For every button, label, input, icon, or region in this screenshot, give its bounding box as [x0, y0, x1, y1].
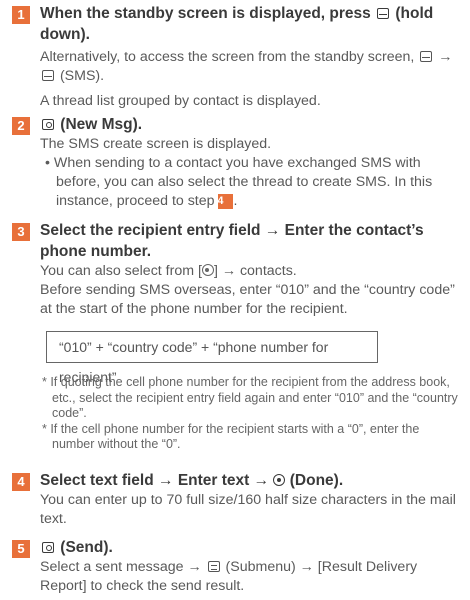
- footnote: * If quoting the cell phone number for t…: [42, 375, 458, 420]
- step-heading: Select the recipient entry field → Enter…: [40, 222, 424, 260]
- step-number: 2: [12, 117, 30, 135]
- camera-icon: [42, 119, 54, 130]
- step-heading: (New Msg).: [40, 114, 464, 135]
- number-format-box: “010” + “country code” + “phone number f…: [46, 331, 378, 385]
- step-2: 2 (New Msg). The SMS create screen is di…: [12, 114, 464, 211]
- center-key-icon: [201, 264, 214, 276]
- step-body: You can also select from [] → contacts. …: [40, 263, 455, 385]
- step-body: Select a sent message → (Submenu) → [Res…: [40, 559, 418, 594]
- step-body: Alternatively, to access the screen from…: [40, 49, 453, 109]
- mail-icon: [377, 8, 390, 19]
- bullet-note: • When sending to a contact you have exc…: [45, 155, 433, 209]
- step-number: 5: [12, 540, 30, 558]
- camera-icon: [42, 542, 54, 553]
- step-heading: Select text field → Enter text → (Done).: [40, 472, 344, 489]
- mail-icon: [420, 51, 433, 62]
- footnote: * If the cell phone number for the recip…: [42, 421, 420, 452]
- step-number: 4: [12, 473, 30, 491]
- step-number: 1: [12, 6, 30, 24]
- step-body: You can enter up to 70 full size/160 hal…: [40, 492, 456, 527]
- step-heading: When the standby screen is displayed, pr…: [40, 5, 434, 43]
- step-heading: (Send).: [40, 537, 464, 558]
- submenu-icon: [207, 561, 220, 572]
- step-body: The SMS create screen is displayed. • Wh…: [40, 135, 464, 211]
- center-key-icon: [273, 474, 286, 486]
- step-ref-badge: 4: [217, 194, 234, 209]
- step-number: 3: [12, 223, 30, 241]
- mail-icon: [42, 70, 54, 81]
- instruction-page: 1 When the standby screen is displayed, …: [0, 0, 470, 600]
- step-3: 3 Select the recipient entry field → Ent…: [12, 220, 464, 453]
- step-5: 5 (Send). Select a sent message → (Subme…: [12, 537, 464, 596]
- step-1: 1 When the standby screen is displayed, …: [12, 3, 464, 111]
- step-4: 4 Select text field → Enter text → (Done…: [12, 470, 464, 529]
